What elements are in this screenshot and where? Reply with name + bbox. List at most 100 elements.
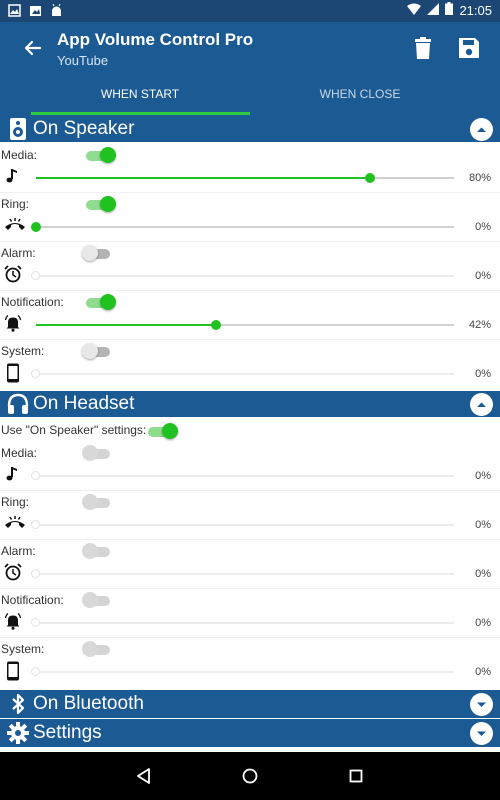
app-root: 21:05 App Volume Control Pro YouTube WHE… [0,0,500,800]
chevron-down-icon [477,731,486,736]
headset-alarm-volume-slider[interactable] [31,569,454,578]
headset-ring-toggle[interactable] [82,494,112,510]
headset-row-system: System: 0% [0,638,500,687]
ring-toggle[interactable] [86,196,116,212]
collapse-headset-button[interactable] [470,393,493,416]
notification-toggle[interactable] [86,294,116,310]
tab-indicator [31,112,250,115]
speaker-icon [6,117,30,141]
smartphone-icon [4,363,22,383]
headset-notification-percent: 0% [475,617,491,629]
headset-notification-toggle[interactable] [82,592,112,608]
notification-volume-slider[interactable] [36,320,454,330]
headset-row-notification: Notification: 0% [0,589,500,638]
alarm-toggle[interactable] [82,245,112,261]
speaker-row-notification: Notification: 42% [0,291,500,340]
nav-home-icon[interactable] [238,764,262,788]
headset-system-volume-slider[interactable] [31,667,454,676]
gear-icon [6,721,30,745]
headset-system-toggle[interactable] [82,641,112,657]
ring-percent: 0% [475,221,491,233]
bell-ringing-icon [4,612,22,630]
image-notification-icon [8,4,21,17]
status-bar: 21:05 [0,0,500,22]
ring-volume-slider[interactable] [31,222,454,232]
media-percent: 80% [468,172,491,184]
speaker-row-alarm: Alarm: 0% [0,242,500,291]
row-label: Alarm: [1,246,36,260]
ringing-phone-icon [4,216,25,234]
headset-system-percent: 0% [475,666,491,678]
chevron-up-icon [477,127,486,132]
alarm-clock-icon [4,563,22,581]
row-label: Media: [1,446,38,460]
row-label: Media: [1,148,38,162]
collapse-speaker-button[interactable] [470,118,493,141]
row-label: Notification: [1,295,64,309]
tab-when-close[interactable]: WHEN CLOSE [235,74,485,116]
nav-back-icon[interactable] [132,764,156,788]
alarm-volume-slider[interactable] [31,271,454,280]
expand-bluetooth-button[interactable] [470,693,493,716]
section-settings-header[interactable]: Settings [0,719,500,747]
chevron-down-icon [477,702,486,707]
nav-recents-icon[interactable] [344,764,368,788]
app-title: App Volume Control Pro [57,30,254,49]
music-note-icon [4,465,22,483]
ringing-phone-icon [4,514,25,532]
section-bluetooth-header[interactable]: On Bluetooth [0,690,500,718]
status-time: 21:05 [459,2,492,18]
android-debug-icon [50,3,63,17]
media-volume-slider[interactable] [36,173,454,183]
headset-media-volume-slider[interactable] [31,471,454,480]
media-toggle[interactable] [86,147,116,163]
bell-ringing-icon [4,314,22,332]
use-speaker-settings-label: Use "On Speaker" settings: [1,423,147,437]
headphones-icon [6,392,30,416]
alarm-clock-icon [4,265,22,283]
use-speaker-settings-toggle[interactable] [148,423,178,439]
headset-row-ring: Ring: 0% [0,491,500,540]
notification-percent: 42% [468,319,491,331]
bluetooth-icon [6,692,30,716]
headset-ring-percent: 0% [475,519,491,531]
speaker-row-ring: Ring: 0% [0,193,500,242]
alarm-percent: 0% [475,270,491,282]
music-note-icon [4,167,22,185]
app-bar: App Volume Control Pro YouTube [0,22,500,74]
expand-settings-button[interactable] [470,722,493,745]
row-label: Ring: [1,495,30,509]
section-bluetooth-label: On Bluetooth [33,693,144,714]
system-volume-slider[interactable] [31,369,454,378]
smartphone-icon [4,661,22,681]
row-label: Ring: [1,197,30,211]
headset-alarm-toggle[interactable] [82,543,112,559]
headset-row-alarm: Alarm: 0% [0,540,500,589]
headset-notification-volume-slider[interactable] [31,618,454,627]
use-speaker-settings-row: Use "On Speaker" settings: [0,419,500,441]
headset-ring-volume-slider[interactable] [31,520,454,529]
section-speaker-header[interactable]: On Speaker [0,116,500,142]
row-label: System: [1,642,45,656]
headset-alarm-percent: 0% [475,568,491,580]
row-label: Notification: [1,593,64,607]
headset-media-percent: 0% [475,470,491,482]
gallery-notification-icon [29,4,42,17]
row-label: System: [1,344,45,358]
system-toggle[interactable] [82,343,112,359]
section-settings-label: Settings [33,722,102,743]
signal-icon [427,2,440,18]
headset-media-toggle[interactable] [82,445,112,461]
section-speaker-label: On Speaker [33,118,135,139]
back-arrow-icon[interactable] [20,35,46,61]
section-headset-header[interactable]: On Headset [0,391,500,417]
chevron-up-icon [477,402,486,407]
system-percent: 0% [475,368,491,380]
delete-icon[interactable] [409,34,437,62]
save-icon[interactable] [455,34,483,62]
app-subtitle: YouTube [57,53,109,68]
tab-bar: WHEN START WHEN CLOSE [0,74,500,116]
tab-when-start[interactable]: WHEN START [15,74,265,116]
navigation-bar [0,752,500,800]
speaker-row-system: System: 0% [0,340,500,389]
